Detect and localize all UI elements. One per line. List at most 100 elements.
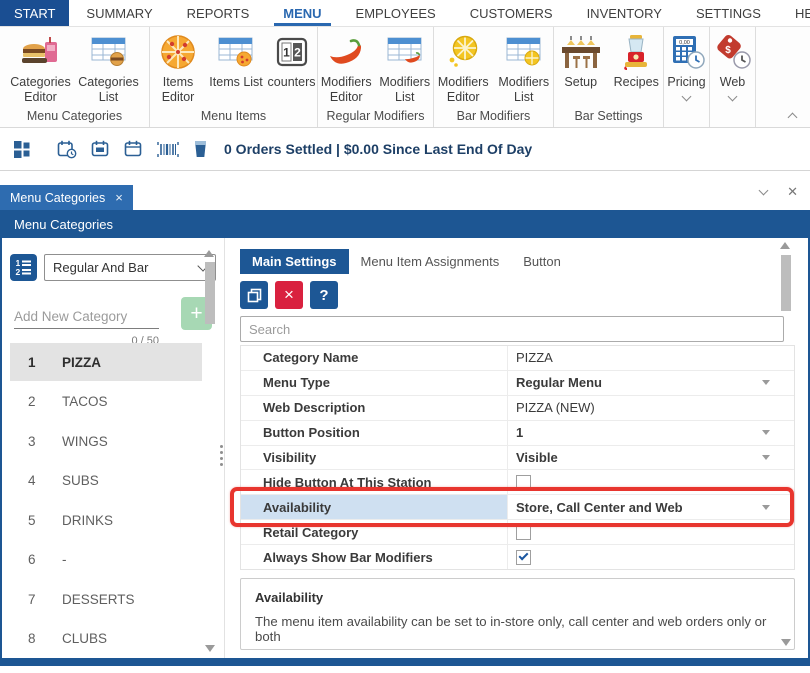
ribbon-button-label: counters bbox=[268, 75, 316, 90]
menu-type-filter-dropdown[interactable]: Regular And Bar bbox=[44, 254, 216, 281]
menu-item-help[interactable]: HELP bbox=[778, 0, 810, 26]
ribbon-button-pricing[interactable]: 0,00Pricing bbox=[664, 32, 709, 100]
ribbon-button-categories-list-menu-categories[interactable]: Categories List bbox=[76, 32, 142, 105]
ribbon: Categories EditorCategories ListMenu Cat… bbox=[0, 27, 810, 128]
description-title: Availability bbox=[255, 590, 780, 605]
menu-item-customers[interactable]: CUSTOMERS bbox=[453, 0, 570, 26]
category-number: 6 bbox=[28, 552, 62, 567]
property-label: Visibility bbox=[241, 446, 507, 470]
ribbon-button-recipes-bar-settings[interactable]: Recipes bbox=[610, 32, 664, 90]
dropdown-arrow-icon[interactable] bbox=[762, 455, 770, 460]
ribbon-button-categories-editor-menu-categories[interactable]: Categories Editor bbox=[8, 32, 74, 105]
ribbon-button-modifiers-list-regular-modifiers[interactable]: Modifiers List bbox=[377, 32, 434, 105]
category-number: 7 bbox=[28, 592, 62, 607]
pint-icon[interactable] bbox=[193, 140, 208, 158]
category-number: 4 bbox=[28, 473, 62, 488]
ribbon-button-setup-bar-settings[interactable]: Setup bbox=[554, 32, 608, 90]
category-row-subs[interactable]: 4SUBS bbox=[10, 462, 202, 500]
property-checkbox[interactable] bbox=[516, 525, 531, 540]
menu-item-employees[interactable]: EMPLOYEES bbox=[339, 0, 453, 26]
category-row-[interactable]: 6- bbox=[10, 541, 202, 579]
category-name: - bbox=[62, 552, 67, 567]
menu-item-summary[interactable]: SUMMARY bbox=[69, 0, 169, 26]
tab-main-settings[interactable]: Main Settings bbox=[240, 249, 349, 274]
menu-item-inventory[interactable]: INVENTORY bbox=[570, 0, 679, 26]
property-value-dropdown[interactable]: 1 bbox=[507, 421, 794, 445]
description-text: The menu item availability can be set to… bbox=[255, 614, 780, 644]
property-checkbox[interactable] bbox=[516, 550, 531, 565]
tab-close-icon[interactable]: × bbox=[115, 190, 123, 205]
statusbar-icons bbox=[0, 140, 208, 159]
chevron-down-icon bbox=[728, 92, 738, 102]
close-icon[interactable]: ✕ bbox=[787, 185, 798, 198]
checkmark-icon bbox=[519, 550, 529, 560]
property-value bbox=[507, 520, 794, 544]
category-number: 8 bbox=[28, 631, 62, 646]
ribbon-group-regular-modifiers: Modifiers EditorModifiers List Regular Mo… bbox=[318, 27, 434, 127]
category-row-desserts[interactable]: 7DESSERTS bbox=[10, 580, 202, 618]
calendar-icon[interactable] bbox=[124, 140, 143, 159]
scroll-up-icon[interactable] bbox=[204, 250, 214, 257]
category-row-clubs[interactable]: 8CLUBS bbox=[10, 620, 202, 655]
category-row-pizza[interactable]: 1PIZZA bbox=[10, 343, 202, 381]
dropdown-arrow-icon[interactable] bbox=[762, 380, 770, 385]
scroll-up-icon[interactable] bbox=[780, 242, 790, 249]
scroll-thumb[interactable] bbox=[205, 262, 215, 324]
splitter-grip[interactable] bbox=[220, 443, 223, 467]
category-list-scrollbar[interactable] bbox=[204, 250, 216, 652]
ribbon-button-label: Recipes bbox=[614, 75, 659, 90]
ribbon-button-modifiers-editor-bar-modifiers[interactable]: Modifiers Editor bbox=[434, 32, 493, 105]
tab-menu-categories[interactable]: Menu Categories × bbox=[0, 185, 133, 210]
ribbon-button-items-editor-menu-items[interactable]: Items Editor bbox=[150, 32, 206, 105]
ribbon-button-modifiers-list-bar-modifiers[interactable]: Modifiers List bbox=[495, 32, 554, 105]
duplicate-button[interactable] bbox=[240, 281, 268, 309]
property-label: Availability bbox=[241, 495, 507, 519]
ribbon-button-modifiers-editor-regular-modifiers[interactable]: Modifiers Editor bbox=[318, 32, 375, 105]
category-name: CLUBS bbox=[62, 631, 107, 646]
tab-menu-item-assignments[interactable]: Menu Item Assignments bbox=[349, 249, 512, 274]
property-value-dropdown[interactable]: Regular Menu bbox=[507, 371, 794, 395]
add-category-input[interactable] bbox=[14, 305, 159, 329]
ribbon-button-label: Categories Editor bbox=[8, 75, 74, 105]
scroll-down-icon[interactable] bbox=[205, 645, 215, 652]
ribbon-group-bar-modifiers: Modifiers EditorModifiers ListBar Modifi… bbox=[434, 27, 554, 127]
property-checkbox[interactable] bbox=[516, 475, 531, 490]
property-label: Button Position bbox=[241, 421, 507, 445]
menu-item-menu[interactable]: MENU bbox=[266, 0, 338, 26]
search-input[interactable] bbox=[240, 316, 784, 342]
menu-item-settings[interactable]: SETTINGS bbox=[679, 0, 778, 26]
menu-item-start[interactable]: START bbox=[0, 0, 69, 26]
calendar-export-icon[interactable] bbox=[91, 140, 110, 159]
ribbon-button-counters-menu-items[interactable]: 12counters bbox=[266, 32, 317, 90]
ribbon-button-web[interactable]: $Web bbox=[710, 32, 755, 100]
menu-item-reports[interactable]: REPORTS bbox=[170, 0, 267, 26]
chevron-down-icon[interactable] bbox=[759, 185, 769, 195]
tab-button[interactable]: Button bbox=[511, 249, 573, 274]
help-button[interactable]: ? bbox=[310, 281, 338, 309]
category-row-tacos[interactable]: 2TACOS bbox=[10, 383, 202, 421]
copy-icon bbox=[247, 288, 262, 303]
numbered-list-icon[interactable]: 12 bbox=[10, 254, 37, 281]
scroll-thumb[interactable] bbox=[781, 255, 791, 311]
property-row-category-name: Category NamePIZZA bbox=[241, 346, 794, 371]
category-row-wings[interactable]: 3WINGS bbox=[10, 422, 202, 460]
ribbon-button-items-list-menu-items[interactable]: Items List bbox=[208, 32, 264, 90]
property-value[interactable]: PIZZA (NEW) bbox=[507, 396, 794, 420]
category-row-drinks[interactable]: 5DRINKS bbox=[10, 501, 202, 539]
dropdown-arrow-icon[interactable] bbox=[762, 430, 770, 435]
tiles-icon[interactable] bbox=[14, 141, 31, 158]
ribbon-group-menu-categories: Categories EditorCategories ListMenu Cat… bbox=[0, 27, 150, 127]
delete-button[interactable]: × bbox=[275, 281, 303, 309]
ribbon-group-bar-settings: SetupRecipesBar Settings bbox=[554, 27, 664, 127]
category-number: 1 bbox=[28, 355, 62, 370]
property-row-retail-category: Retail Category bbox=[241, 520, 794, 545]
property-value-dropdown[interactable]: Visible bbox=[507, 446, 794, 470]
calendar-clock-icon[interactable] bbox=[57, 140, 77, 159]
property-label: Category Name bbox=[241, 346, 507, 370]
dropdown-arrow-icon[interactable] bbox=[762, 505, 770, 510]
barcode-icon[interactable] bbox=[157, 141, 179, 158]
property-value-text: Store, Call Center and Web bbox=[516, 500, 683, 515]
ribbon-group-label: Regular Modifiers bbox=[318, 109, 433, 127]
property-value-dropdown[interactable]: Store, Call Center and Web bbox=[507, 495, 794, 519]
property-value[interactable]: PIZZA bbox=[507, 346, 794, 370]
